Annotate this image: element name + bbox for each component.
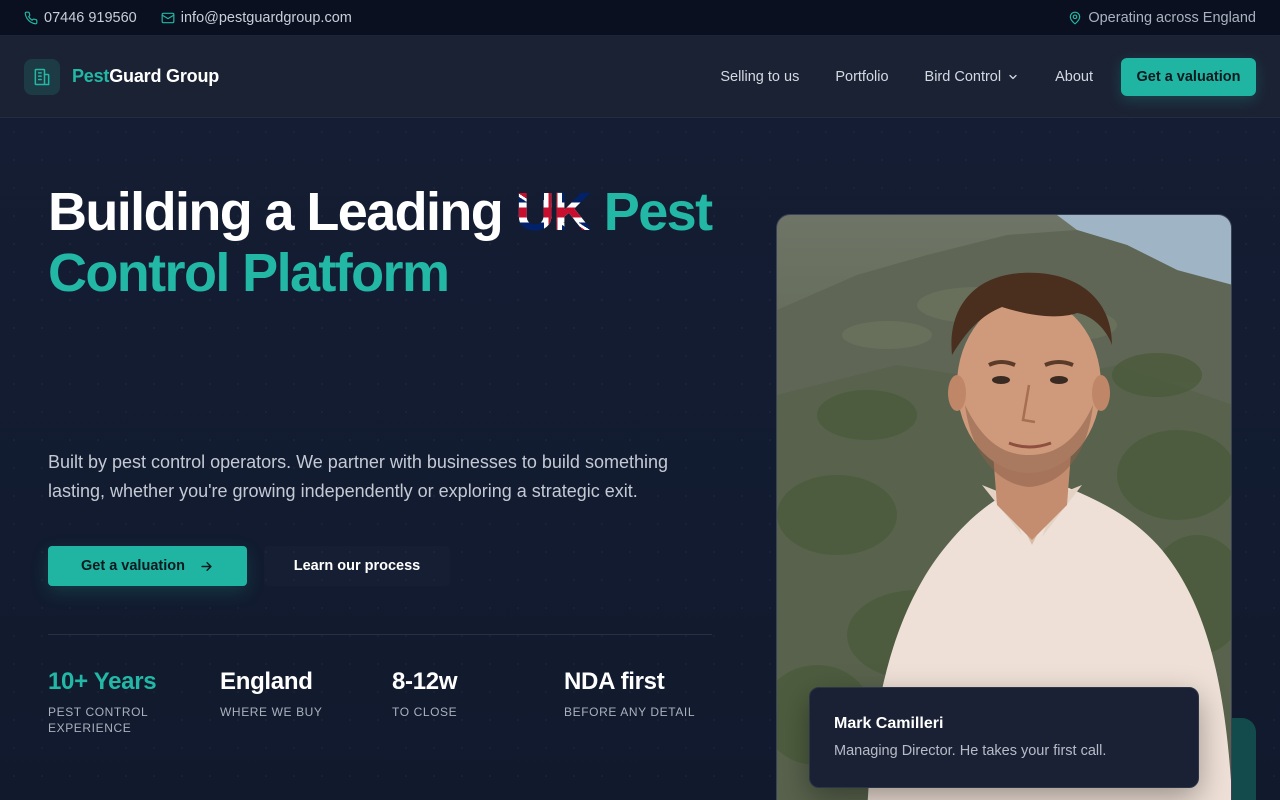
button-label: Get a valuation xyxy=(81,558,185,574)
divider xyxy=(48,634,712,635)
stat-label: WHERE WE BUY xyxy=(220,705,323,719)
logo-text-main: Guard Group xyxy=(109,66,220,86)
location-text: Operating across England xyxy=(1088,9,1256,26)
map-pin-icon xyxy=(1070,11,1081,24)
main-nav: PestGuard Group Selling to us Portfolio … xyxy=(0,36,1280,118)
building-icon xyxy=(34,68,50,85)
headline-text: Building a Leading xyxy=(48,182,516,242)
stat-close-time: 8-12w TO CLOSE xyxy=(392,668,552,720)
nav-item-label: About xyxy=(1055,68,1093,85)
profile-role: Managing Director. He takes your first c… xyxy=(834,743,1107,759)
mail-icon xyxy=(161,12,175,23)
nav-item-bird-control[interactable]: Bird Control xyxy=(925,69,1020,85)
location-info: Operating across England xyxy=(1068,10,1256,26)
phone-contact[interactable]: 07446 919560 xyxy=(24,10,137,26)
nav-item-about[interactable]: About xyxy=(1055,69,1093,85)
hero-subtitle: Built by pest control operators. We part… xyxy=(48,452,668,501)
learn-process-button[interactable]: Learn our process xyxy=(264,546,450,586)
stat-label: TO CLOSE xyxy=(392,705,458,719)
phone-icon xyxy=(24,11,38,24)
nav-item-label: Bird Control xyxy=(924,68,1002,85)
top-bar: 07446 919560 info@pestguardgroup.com Ope… xyxy=(0,0,1280,36)
chevron-down-icon xyxy=(1009,74,1017,79)
uk-flag-word: UK xyxy=(515,182,591,243)
profile-name: Mark Camilleri xyxy=(834,715,944,732)
profile-caption-card: Mark Camilleri Managing Director. He tak… xyxy=(809,687,1199,788)
nav-item-label: Portfolio xyxy=(835,68,889,85)
nav-item-label: Selling to us xyxy=(720,68,800,85)
nav-item-portfolio[interactable]: Portfolio xyxy=(835,69,888,85)
phone-number: 07446 919560 xyxy=(44,9,137,26)
logo-text: PestGuard Group xyxy=(72,66,219,87)
hero-headline: Building a Leading UK Pest Control Platf… xyxy=(48,182,748,304)
email-address: info@pestguardgroup.com xyxy=(180,9,352,26)
stat-label: PEST CONTROL EXPERIENCE xyxy=(48,705,148,735)
stat-value: NDA first xyxy=(564,668,665,695)
stat-value: 10+ Years xyxy=(48,668,157,695)
logo-badge xyxy=(24,58,60,95)
nav-valuation-button[interactable]: Get a valuation xyxy=(1121,57,1256,96)
stat-experience: 10+ Years PEST CONTROL EXPERIENCE xyxy=(48,668,208,736)
stat-label: BEFORE ANY DETAIL xyxy=(564,705,696,719)
nav-item-selling[interactable]: Selling to us xyxy=(720,69,799,85)
arrow-right-icon xyxy=(201,561,212,571)
stat-value: England xyxy=(220,668,313,695)
nav-menu: Selling to us Portfolio Bird Control Abo… xyxy=(720,57,1256,96)
email-contact[interactable]: info@pestguardgroup.com xyxy=(161,10,352,26)
logo[interactable]: PestGuard Group xyxy=(24,58,219,95)
get-valuation-button[interactable]: Get a valuation xyxy=(48,546,247,586)
stat-value: 8-12w xyxy=(392,668,458,695)
stat-region: England WHERE WE BUY xyxy=(220,668,380,720)
stat-nda: NDA first BEFORE ANY DETAIL xyxy=(564,668,724,720)
logo-text-accent: Pest xyxy=(72,66,110,86)
